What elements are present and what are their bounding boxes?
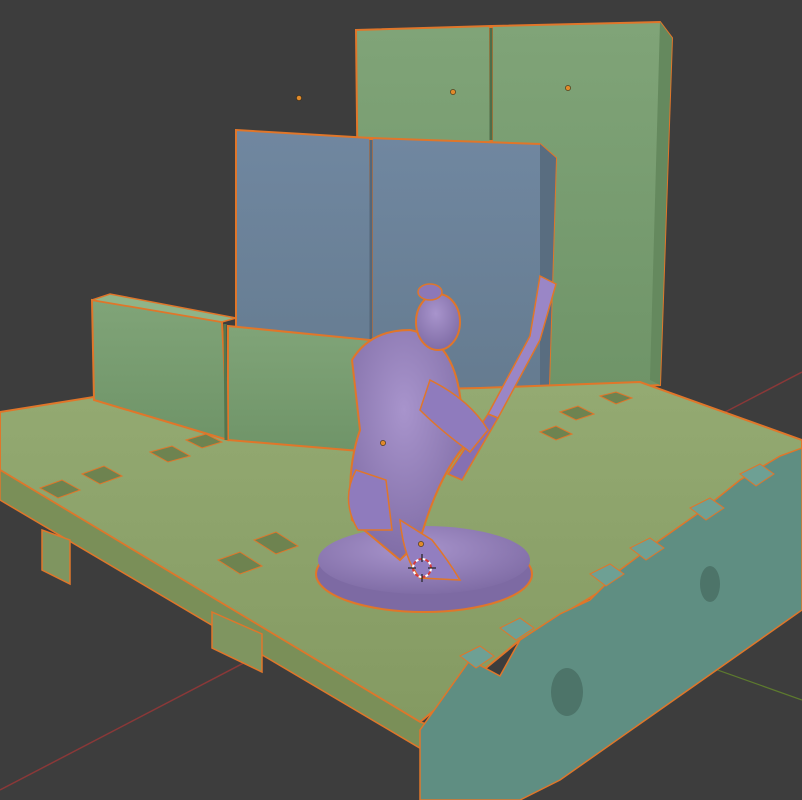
3d-viewport[interactable]: [0, 0, 802, 800]
scene-canvas[interactable]: [0, 0, 802, 800]
